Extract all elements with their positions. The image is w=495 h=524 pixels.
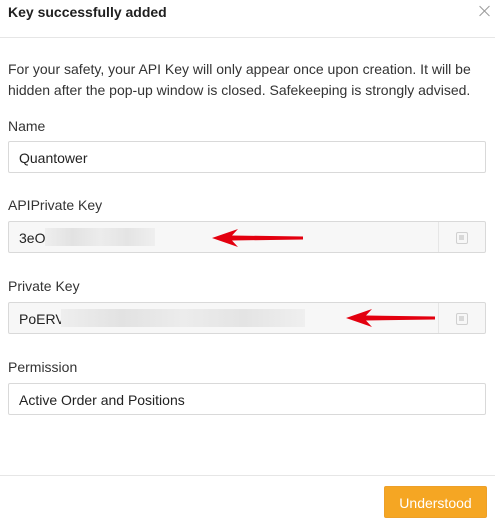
copy-icon	[456, 232, 468, 244]
api-key-label: APIPrivate Key	[8, 197, 103, 213]
footer-divider	[0, 475, 495, 476]
copy-icon	[456, 313, 468, 325]
api-key-copy-button[interactable]	[438, 222, 485, 252]
private-key-value: PoERV	[19, 311, 65, 327]
private-key-label: Private Key	[8, 278, 80, 294]
safety-notice: For your safety, your API Key will only …	[8, 61, 471, 98]
api-key-dialog: Key successfully added For your safety, …	[0, 0, 495, 524]
private-key-copy-button[interactable]	[438, 303, 485, 333]
permission-value: Active Order and Positions	[19, 392, 185, 408]
dialog-title: Key successfully added	[8, 4, 167, 20]
understood-button[interactable]: Understood	[384, 486, 487, 518]
permission-field[interactable]: Active Order and Positions	[8, 383, 486, 415]
api-key-redaction	[45, 228, 155, 246]
close-icon[interactable]	[478, 4, 492, 18]
name-field[interactable]: Quantower	[8, 141, 486, 173]
private-key-redaction	[61, 309, 305, 327]
name-value: Quantower	[19, 150, 88, 166]
name-label: Name	[8, 118, 46, 134]
permission-label: Permission	[8, 359, 78, 375]
arrow-annotation	[346, 309, 435, 327]
dialog-header: Key successfully added	[0, 0, 495, 38]
arrow-annotation	[212, 229, 303, 247]
